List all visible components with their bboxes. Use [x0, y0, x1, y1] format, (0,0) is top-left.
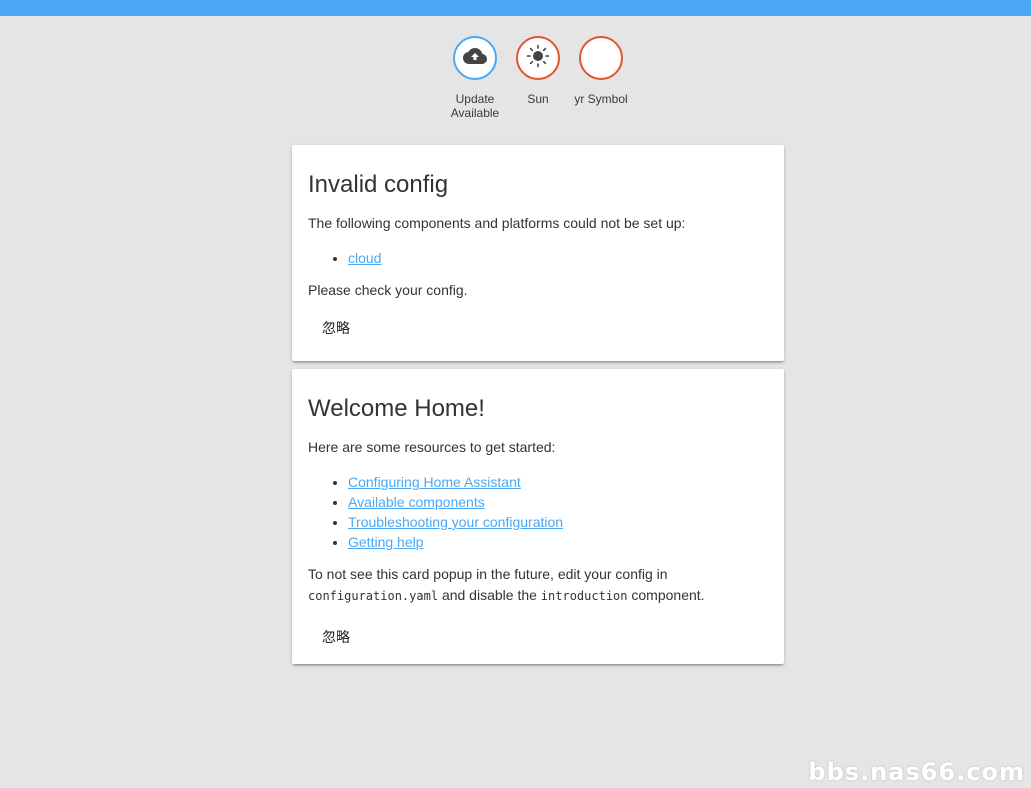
- list-item: Available components: [348, 492, 768, 512]
- invalid-config-card: Invalid config The following components …: [292, 145, 784, 361]
- link-configuring-home-assistant[interactable]: Configuring Home Assistant: [348, 474, 521, 490]
- badge-label: Sun: [527, 92, 549, 106]
- badge-sun[interactable]: Sun: [503, 36, 573, 106]
- badge-update-available[interactable]: Update Available: [440, 36, 510, 120]
- dismiss-button[interactable]: 忽略: [308, 619, 364, 655]
- footer-text-post: component.: [631, 587, 705, 603]
- card-actions: 忽略: [308, 310, 768, 346]
- footer-text-mid: and disable the: [441, 587, 537, 603]
- code-configuration-yaml: configuration.yaml: [308, 589, 439, 603]
- sun-icon: [526, 44, 550, 73]
- watermark: bbs.nas66.com: [808, 758, 1025, 786]
- badge-circle[interactable]: [453, 36, 497, 80]
- dismiss-button[interactable]: 忽略: [308, 310, 364, 346]
- badge-circle[interactable]: [579, 36, 623, 80]
- link-available-components[interactable]: Available components: [348, 494, 485, 510]
- card-intro: The following components and platforms c…: [308, 215, 686, 231]
- link-getting-help[interactable]: Getting help: [348, 534, 424, 550]
- footer-text-pre: To not see this card popup in the future…: [308, 566, 668, 582]
- app-header-bar: [0, 0, 1031, 16]
- list-item: Configuring Home Assistant: [348, 472, 768, 492]
- badge-label: Update Available: [450, 92, 500, 120]
- card-footer-text: To not see this card popup in the future…: [308, 564, 768, 607]
- card-actions: 忽略: [308, 619, 768, 655]
- component-list: cloud: [308, 248, 768, 268]
- card-intro: Here are some resources to get started:: [308, 439, 556, 455]
- card-footer-text: Please check your config.: [308, 282, 468, 298]
- list-item: cloud: [348, 248, 768, 268]
- list-item: Getting help: [348, 532, 768, 552]
- badge-label: yr Symbol: [574, 92, 628, 106]
- welcome-card: Welcome Home! Here are some resources to…: [292, 369, 784, 664]
- component-link-cloud[interactable]: cloud: [348, 250, 381, 266]
- badge-circle[interactable]: [516, 36, 560, 80]
- cloud-upload-icon: [463, 44, 487, 73]
- badge-yr-symbol[interactable]: yr Symbol: [566, 36, 636, 106]
- resource-list: Configuring Home Assistant Available com…: [308, 472, 768, 552]
- code-introduction: introduction: [540, 589, 628, 603]
- list-item: Troubleshooting your configuration: [348, 512, 768, 532]
- card-title: Welcome Home!: [308, 395, 485, 422]
- card-title: Invalid config: [308, 171, 449, 198]
- link-troubleshooting[interactable]: Troubleshooting your configuration: [348, 514, 563, 530]
